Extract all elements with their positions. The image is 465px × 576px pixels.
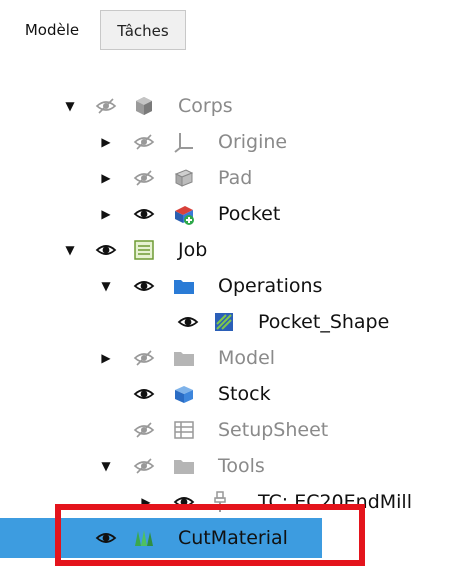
collapsed-arrow-icon[interactable]: ▶	[98, 160, 114, 196]
tree-item-stock[interactable]: Stock	[0, 376, 465, 412]
tree-item-setupsheet[interactable]: SetupSheet	[0, 412, 465, 448]
eye-visible-icon[interactable]	[132, 382, 156, 406]
eye-visible-icon[interactable]	[176, 310, 200, 334]
eye-hidden-icon[interactable]	[94, 94, 118, 118]
tree-item-job[interactable]: ▼ Job	[0, 232, 465, 268]
job-icon	[134, 240, 154, 260]
expanded-arrow-icon[interactable]: ▼	[98, 448, 114, 484]
tree-item-label: Stock	[218, 383, 271, 405]
folder-icon	[174, 460, 194, 474]
tree-item-pocket[interactable]: ▶ Pocket	[0, 196, 465, 232]
folder-icon	[174, 352, 194, 366]
expanded-arrow-icon[interactable]: ▼	[62, 88, 78, 124]
pocket-icon	[175, 206, 194, 225]
tree-item-tools[interactable]: ▼ Tools	[0, 448, 465, 484]
setupsheet-icon	[174, 421, 194, 439]
eye-hidden-icon[interactable]	[132, 418, 156, 442]
tree-item-pocket-shape[interactable]: Pocket_Shape	[0, 304, 465, 340]
tree-item-label: Job	[178, 239, 208, 261]
tree-item-label: Pocket	[218, 203, 281, 225]
tree-item-label: Pad	[218, 167, 253, 189]
origin-icon	[174, 133, 193, 153]
eye-hidden-icon[interactable]	[132, 454, 156, 478]
eye-visible-icon[interactable]	[132, 202, 156, 226]
tree-item-label: Pocket_Shape	[258, 311, 390, 333]
stock-icon	[175, 386, 193, 403]
pad-icon	[174, 169, 194, 187]
tree-item-pad[interactable]: ▶ Pad	[0, 160, 465, 196]
collapsed-arrow-icon[interactable]: ▶	[98, 124, 114, 160]
body-icon	[136, 97, 152, 115]
tree-item-model[interactable]: ▶ Model	[0, 340, 465, 376]
expanded-arrow-icon[interactable]: ▼	[98, 268, 114, 304]
pocket-shape-icon	[215, 313, 233, 331]
annotation-highlight-box	[55, 504, 365, 566]
tab-modele[interactable]: Modèle	[12, 10, 92, 50]
tab-taches[interactable]: Tâches	[100, 10, 186, 50]
tree-item-label: Operations	[218, 275, 323, 297]
tree-item-label: Origine	[218, 131, 288, 153]
eye-hidden-icon[interactable]	[132, 166, 156, 190]
eye-hidden-icon[interactable]	[132, 130, 156, 154]
collapsed-arrow-icon[interactable]: ▶	[98, 340, 114, 376]
expanded-arrow-icon[interactable]: ▼	[62, 232, 78, 268]
folder-icon	[174, 280, 194, 294]
collapsed-arrow-icon[interactable]: ▶	[98, 196, 114, 232]
eye-hidden-icon[interactable]	[132, 346, 156, 370]
tree-item-label: Tools	[218, 455, 265, 477]
tree-item-label: SetupSheet	[218, 419, 329, 441]
tree-item-label: Corps	[178, 95, 233, 117]
tree-item-label: Model	[218, 347, 276, 369]
tab-bar: Modèle Tâches	[0, 0, 465, 60]
tree-item-operations[interactable]: ▼ Operations	[0, 268, 465, 304]
eye-visible-icon[interactable]	[94, 238, 118, 262]
eye-visible-icon[interactable]	[132, 274, 156, 298]
tree-item-origine[interactable]: ▶ Origine	[0, 124, 465, 160]
tree-view: ▼ Corps ▶ Origine ▶ Pad ▶ Pocket ▼ Job ▼…	[0, 60, 465, 576]
tree-item-corps[interactable]: ▼ Corps	[0, 88, 465, 124]
